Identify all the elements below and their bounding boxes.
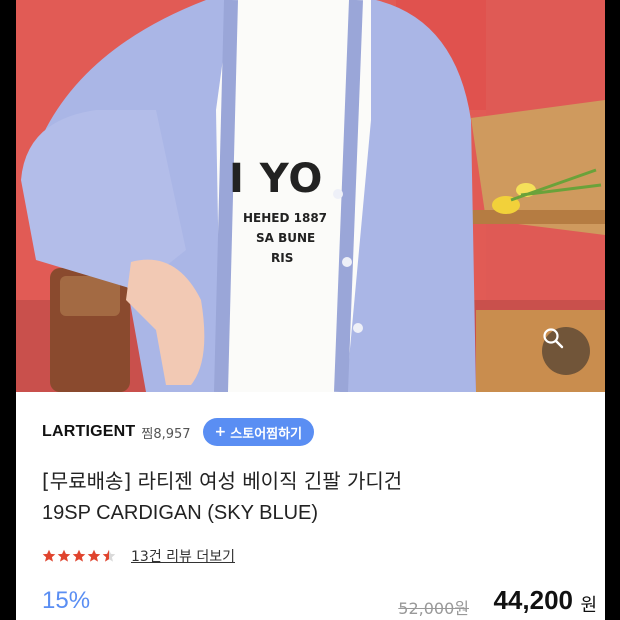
store-follow-label: 스토어찜하기 bbox=[230, 426, 303, 442]
rating-row: 13건 리뷰 더보기 bbox=[42, 545, 235, 567]
star-rating bbox=[42, 549, 117, 563]
star-icon bbox=[102, 549, 116, 562]
store-jjim-count: 찜8,957 bbox=[141, 426, 191, 442]
star-icon bbox=[87, 549, 101, 562]
store-follow-button[interactable]: + 스토어찜하기 bbox=[202, 418, 315, 446]
store-name[interactable]: LARTIGENT bbox=[42, 423, 135, 441]
zoom-button[interactable] bbox=[542, 327, 590, 375]
shirt-print-text: I YO bbox=[229, 156, 324, 202]
product-title-line1: [무료배송] 라티젠 여성 베이직 긴팔 가디건 bbox=[42, 469, 403, 493]
store-row: LARTIGENT 찜8,957 + 스토어찜하기 bbox=[42, 417, 315, 447]
star-icon bbox=[57, 549, 71, 562]
star-icon bbox=[42, 549, 56, 562]
shirt-print-line3: RIS bbox=[271, 251, 294, 265]
plus-icon: + bbox=[214, 424, 227, 440]
product-title-line2: 19SP CARDIGAN (SKY BLUE) bbox=[42, 502, 319, 524]
currency-unit: 원 bbox=[580, 595, 597, 616]
original-price: 52,000원 bbox=[398, 599, 469, 618]
review-more-link[interactable]: 13건 리뷰 더보기 bbox=[131, 546, 235, 566]
discount-rate: 15% bbox=[42, 587, 91, 614]
shirt-print-line1: HEHED 1887 bbox=[243, 211, 328, 225]
product-detail-screen: I YO HEHED 1887 SA BUNE RIS LARTIGENT 찜8… bbox=[16, 0, 605, 620]
shirt-print-line2: SA BUNE bbox=[256, 231, 316, 245]
sale-price: 44,200 bbox=[493, 585, 573, 615]
star-icon bbox=[72, 549, 86, 562]
price-row: 15% 52,000원 44,200 원 bbox=[42, 585, 597, 619]
product-image[interactable]: I YO HEHED 1887 SA BUNE RIS bbox=[16, 0, 605, 392]
